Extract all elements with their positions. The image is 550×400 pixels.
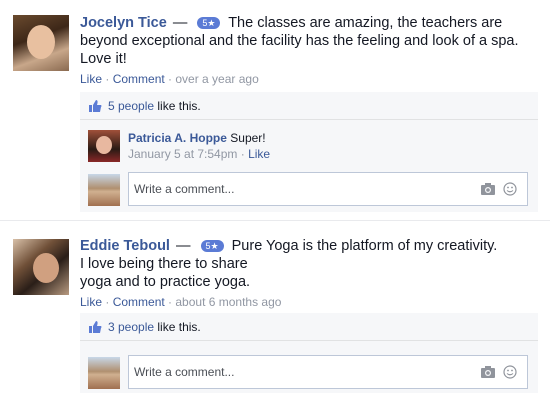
author-name[interactable]: Eddie Teboul bbox=[80, 238, 170, 254]
separator-dash: — bbox=[175, 238, 191, 254]
timestamp[interactable]: over a year ago bbox=[175, 72, 258, 86]
reply-text: Super! bbox=[230, 131, 266, 145]
review-text-line: yoga and to practice yoga. bbox=[80, 274, 251, 290]
review-item: Jocelyn Tice — 5★ The classes are amazin… bbox=[0, 0, 550, 220]
likes-summary: 5 people like this. bbox=[80, 92, 538, 120]
likes-suffix: like this. bbox=[157, 99, 201, 113]
camera-icon[interactable] bbox=[481, 183, 495, 195]
avatar[interactable] bbox=[88, 130, 120, 162]
comment-link[interactable]: Comment bbox=[113, 295, 165, 309]
reply-comment: Patricia A. Hoppe Super! January 5 at 7:… bbox=[88, 128, 528, 166]
comment-link[interactable]: Comment bbox=[113, 72, 165, 86]
review-item: Eddie Teboul — 5★ Pure Yoga is the platf… bbox=[0, 220, 550, 400]
review-text-block: Eddie Teboul — 5★ Pure Yoga is the platf… bbox=[80, 237, 538, 291]
review-text-line: Pure Yoga is the platform of my creativi… bbox=[231, 238, 498, 254]
thumbs-up-icon bbox=[89, 100, 102, 112]
review-content: Jocelyn Tice — 5★ The classes are amazin… bbox=[80, 14, 538, 87]
smiley-icon[interactable] bbox=[503, 182, 517, 196]
reply-timestamp[interactable]: January 5 at 7:54pm bbox=[128, 147, 237, 161]
reply-body: Patricia A. Hoppe Super! January 5 at 7:… bbox=[128, 131, 271, 161]
avatar bbox=[88, 357, 120, 389]
timestamp[interactable]: about 6 months ago bbox=[175, 295, 281, 309]
author-name[interactable]: Jocelyn Tice bbox=[80, 15, 167, 31]
review-content: Eddie Teboul — 5★ Pure Yoga is the platf… bbox=[80, 237, 538, 310]
likes-suffix: like this. bbox=[157, 320, 201, 334]
separator-dash: — bbox=[172, 15, 188, 31]
comment-input[interactable] bbox=[129, 173, 469, 205]
avatar[interactable] bbox=[13, 15, 69, 71]
rating-badge: 5★ bbox=[200, 240, 224, 252]
like-link[interactable]: Like bbox=[80, 72, 102, 86]
comment-box bbox=[128, 172, 528, 206]
comment-input[interactable] bbox=[129, 356, 469, 388]
thumbs-up-icon bbox=[89, 321, 102, 333]
likes-count-link[interactable]: 3 people bbox=[108, 320, 154, 334]
comment-box bbox=[128, 355, 528, 389]
likes-summary: 3 people like this. bbox=[80, 313, 538, 341]
comments-panel: 5 people like this. Patricia A. Hoppe Su… bbox=[80, 92, 538, 212]
avatar[interactable] bbox=[13, 239, 69, 295]
likes-count-link[interactable]: 5 people bbox=[108, 99, 154, 113]
review-actions: Like · Comment · about 6 months ago bbox=[80, 295, 282, 309]
camera-icon[interactable] bbox=[481, 366, 495, 378]
reply-like-link[interactable]: Like bbox=[248, 147, 270, 161]
rating-badge: 5★ bbox=[197, 17, 221, 29]
smiley-icon[interactable] bbox=[503, 365, 517, 379]
comments-panel: 3 people like this. bbox=[80, 313, 538, 393]
review-text-block: Jocelyn Tice — 5★ The classes are amazin… bbox=[80, 14, 538, 68]
comment-composer bbox=[88, 172, 528, 208]
review-text-line: I love being there to share bbox=[80, 256, 248, 272]
review-actions: Like · Comment · over a year ago bbox=[80, 72, 259, 86]
avatar bbox=[88, 174, 120, 206]
comment-composer bbox=[88, 355, 528, 391]
like-link[interactable]: Like bbox=[80, 295, 102, 309]
reply-author-name[interactable]: Patricia A. Hoppe bbox=[128, 131, 227, 145]
